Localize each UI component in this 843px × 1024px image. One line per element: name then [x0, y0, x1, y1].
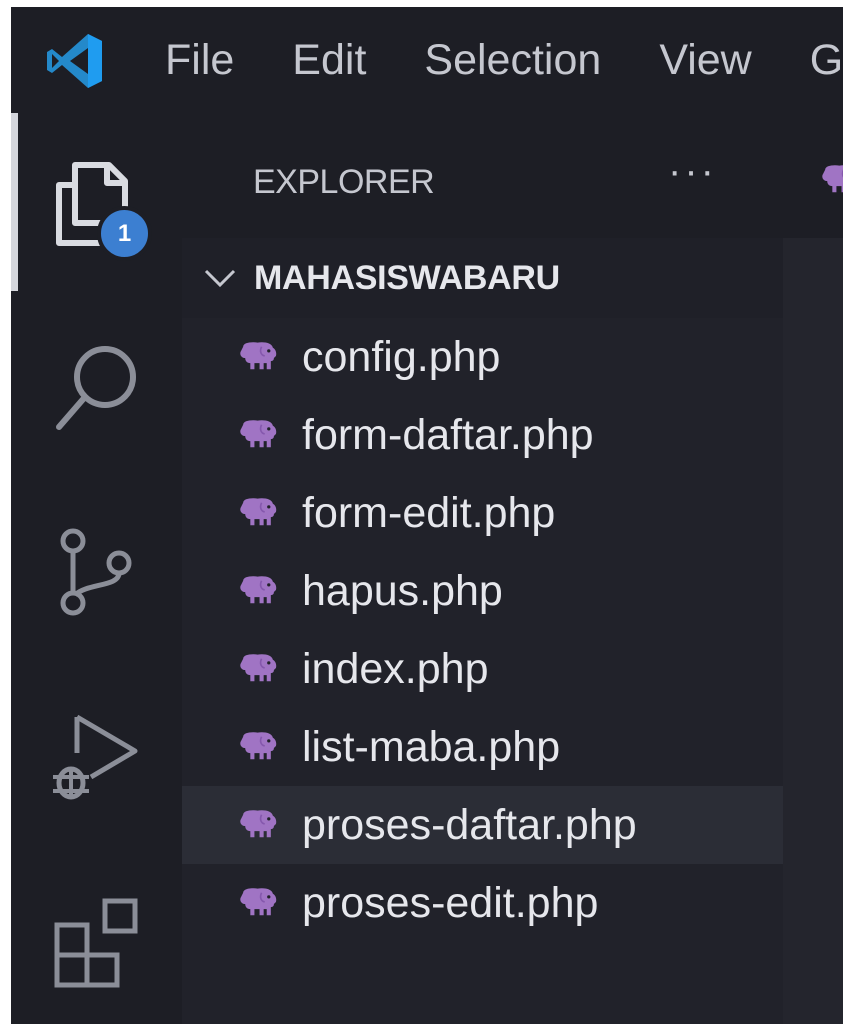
file-list: config.php form-daftar.php form-edit.php…: [182, 318, 783, 942]
explorer-badge: 1: [97, 206, 152, 261]
file-item-proses-daftar[interactable]: proses-daftar.php: [182, 786, 783, 864]
search-icon: [56, 346, 136, 430]
folder-name: MAHASISWABARU: [254, 258, 560, 297]
active-indicator: [11, 113, 18, 291]
file-item-index[interactable]: index.php: [182, 630, 783, 708]
php-elephant-icon: [237, 730, 278, 764]
menu-bar: File Edit Selection View G: [165, 7, 843, 113]
explorer-button[interactable]: 1: [47, 153, 152, 263]
php-elephant-icon: [237, 418, 278, 452]
search-button[interactable]: [47, 341, 147, 446]
chevron-down-icon: [204, 269, 236, 288]
file-name: config.php: [302, 332, 501, 381]
editor-tab-bar: [783, 113, 843, 238]
more-actions-button[interactable]: ···: [668, 151, 717, 191]
extensions-button[interactable]: [47, 893, 147, 998]
php-elephant-icon[interactable]: [819, 163, 843, 197]
editor-area: [783, 113, 843, 1024]
file-name: proses-daftar.php: [302, 800, 637, 849]
folder-header[interactable]: MAHASISWABARU: [182, 238, 783, 318]
sidebar-header: EXPLORER ···: [182, 113, 783, 238]
file-name: list-maba.php: [302, 722, 561, 771]
php-elephant-icon: [237, 886, 278, 920]
file-item-form-daftar[interactable]: form-daftar.php: [182, 396, 783, 474]
explorer-sidebar: EXPLORER ··· MAHASISWABARU config.php fo…: [182, 113, 783, 1024]
file-item-form-edit[interactable]: form-edit.php: [182, 474, 783, 552]
menu-file[interactable]: File: [165, 36, 234, 85]
php-elephant-icon: [237, 574, 278, 608]
file-name: form-edit.php: [302, 488, 556, 537]
run-debug-button[interactable]: [47, 707, 147, 812]
explorer-title: EXPLORER: [253, 163, 435, 201]
php-elephant-icon: [237, 496, 278, 530]
vscode-logo-icon: [47, 34, 102, 88]
title-bar: File Edit Selection View G: [11, 7, 843, 113]
menu-edit[interactable]: Edit: [292, 36, 366, 85]
run-debug-icon: [53, 714, 138, 800]
php-elephant-icon: [237, 808, 278, 842]
file-item-proses-edit[interactable]: proses-edit.php: [182, 864, 783, 942]
file-item-list-maba[interactable]: list-maba.php: [182, 708, 783, 786]
file-name: hapus.php: [302, 566, 503, 615]
php-elephant-icon: [237, 652, 278, 686]
menu-selection[interactable]: Selection: [424, 36, 601, 85]
source-control-icon: [60, 528, 132, 616]
extensions-icon: [54, 898, 138, 988]
file-name: form-daftar.php: [302, 410, 594, 459]
file-item-config[interactable]: config.php: [182, 318, 783, 396]
menu-go[interactable]: G: [810, 36, 843, 85]
vscode-window: File Edit Selection View G 1 EXPLORER ··…: [11, 7, 843, 1024]
file-name: proses-edit.php: [302, 878, 599, 927]
file-item-hapus[interactable]: hapus.php: [182, 552, 783, 630]
file-name: index.php: [302, 644, 489, 693]
activity-bar: 1: [11, 113, 182, 1024]
source-control-button[interactable]: [47, 521, 147, 636]
menu-view[interactable]: View: [659, 36, 751, 85]
php-elephant-icon: [237, 340, 278, 374]
